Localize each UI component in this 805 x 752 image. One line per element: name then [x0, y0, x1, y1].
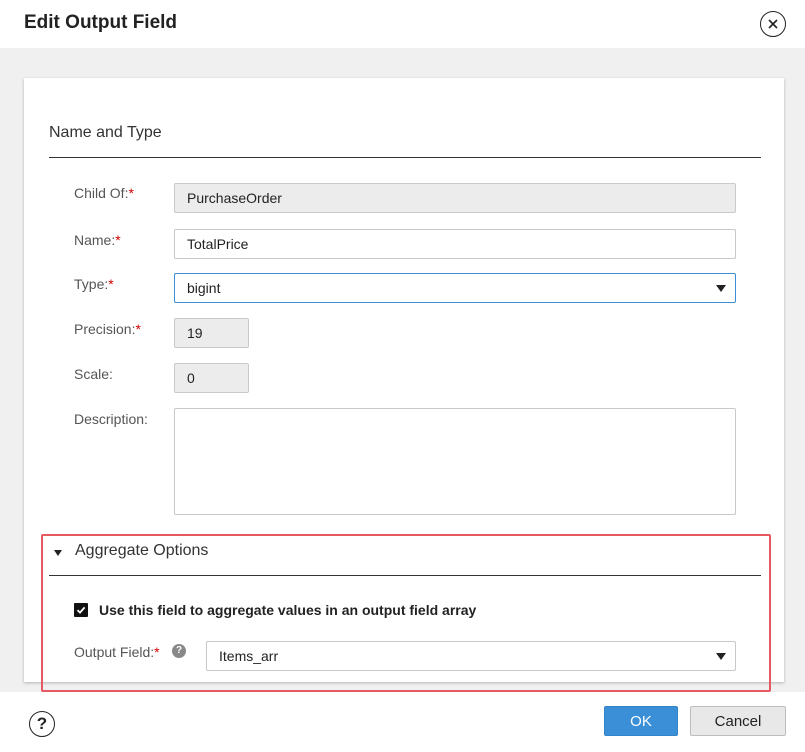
output-field-label: Output Field:*	[74, 644, 160, 660]
required-marker: *	[115, 232, 121, 248]
edit-output-field-dialog: Edit Output Field Name and Type Child Of…	[0, 0, 805, 752]
close-icon	[768, 19, 778, 29]
required-marker: *	[154, 644, 160, 660]
child-of-field: PurchaseOrder	[174, 183, 736, 213]
caret-down-icon[interactable]	[54, 550, 62, 556]
caret-down-icon	[716, 285, 726, 292]
aggregate-options-toggle[interactable]: Aggregate Options	[75, 542, 208, 560]
help-icon[interactable]: ?	[29, 711, 55, 737]
name-label: Name:*	[74, 232, 121, 248]
required-marker: *	[135, 321, 141, 337]
close-button[interactable]	[760, 11, 786, 37]
required-marker: *	[128, 185, 134, 201]
precision-label: Precision:*	[74, 321, 141, 337]
scale-label: Scale:	[74, 366, 113, 382]
ok-button[interactable]: OK	[604, 706, 678, 736]
precision-field: 19	[174, 318, 249, 348]
aggregate-divider	[49, 575, 761, 576]
aggregate-checkbox[interactable]	[74, 603, 88, 617]
scale-field: 0	[174, 363, 249, 393]
caret-down-icon	[716, 653, 726, 660]
dialog-body: Name and Type Child Of:* PurchaseOrder N…	[0, 48, 805, 692]
help-icon[interactable]: ?	[172, 644, 186, 658]
form-panel: Name and Type Child Of:* PurchaseOrder N…	[24, 78, 784, 692]
type-select[interactable]: bigint	[174, 273, 736, 303]
output-field-select[interactable]: Items_arr	[206, 641, 736, 671]
description-label: Description:	[74, 411, 148, 427]
checkmark-icon	[76, 606, 86, 614]
aggregate-checkbox-label[interactable]: Use this field to aggregate values in an…	[99, 602, 476, 618]
child-of-label: Child Of:*	[74, 185, 134, 201]
section-title: Name and Type	[49, 124, 162, 141]
cancel-button[interactable]: Cancel	[690, 706, 786, 736]
description-textarea[interactable]	[174, 408, 736, 515]
name-input[interactable]: TotalPrice	[174, 229, 736, 259]
type-label: Type:*	[74, 276, 114, 292]
required-marker: *	[108, 276, 114, 292]
section-divider	[49, 157, 761, 158]
dialog-header: Edit Output Field	[0, 0, 805, 48]
dialog-title: Edit Output Field	[24, 12, 178, 33]
